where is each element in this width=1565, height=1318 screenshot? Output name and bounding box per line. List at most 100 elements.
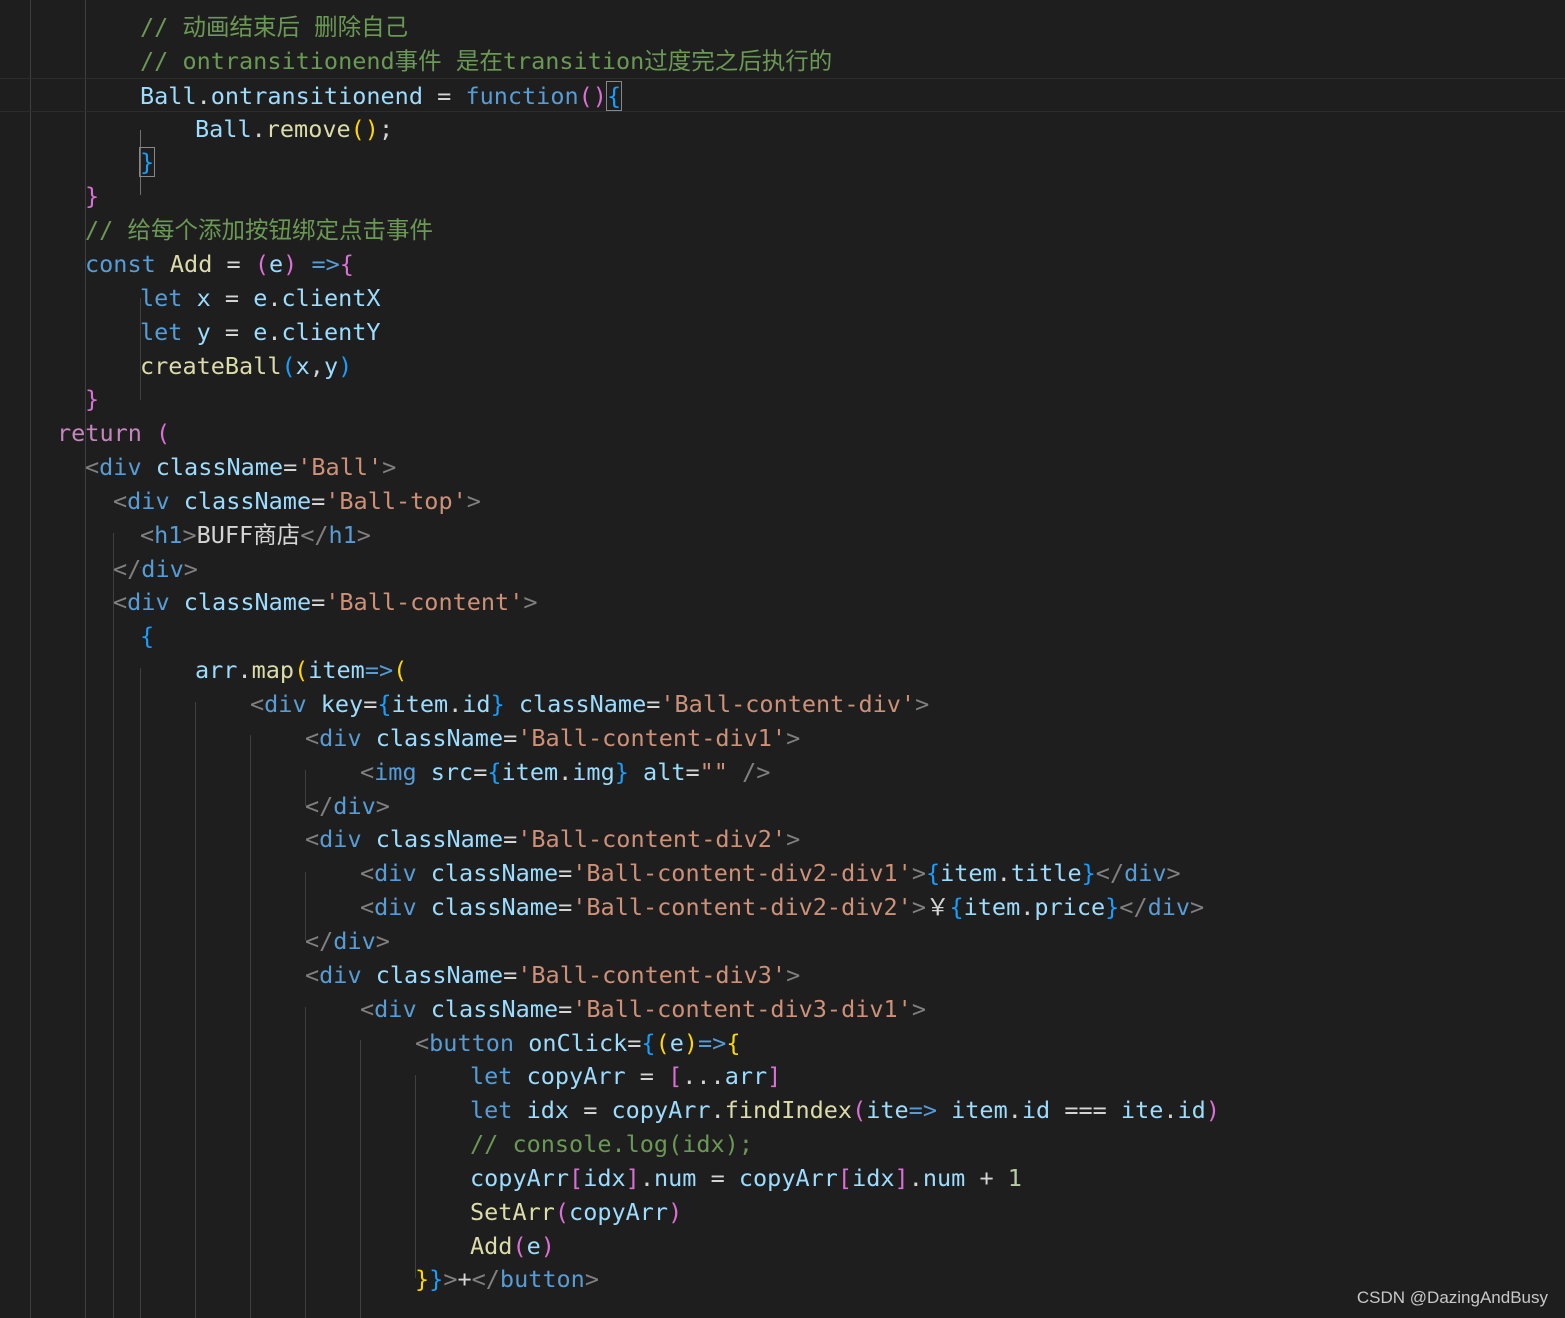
code-token: div xyxy=(333,791,376,820)
code-line[interactable]: <div className='Ball-content-div1'> xyxy=(0,721,1565,755)
code-token: { xyxy=(641,1028,656,1057)
code-token: div xyxy=(374,893,417,922)
code-token: = xyxy=(210,283,254,312)
code-token: 'Ball' xyxy=(297,453,383,482)
code-token: createBall xyxy=(140,351,282,380)
code-token: = xyxy=(503,723,518,752)
code-token: Ball xyxy=(140,81,197,110)
code-line[interactable]: <div className='Ball-content'> xyxy=(0,585,1565,619)
code-line[interactable]: Ball.remove(); xyxy=(0,112,1565,146)
code-token: } xyxy=(138,147,156,178)
code-token: id xyxy=(1021,1096,1051,1125)
code-line[interactable]: <img src={item.img} alt="" /> xyxy=(0,755,1565,789)
code-line[interactable]: createBall(x,y) xyxy=(0,349,1565,383)
code-line[interactable]: SetArr(copyArr) xyxy=(0,1195,1565,1229)
code-token: 'Ball-content-div3' xyxy=(517,960,787,989)
code-token: ) xyxy=(592,81,607,110)
code-line[interactable]: <div className='Ball-content-div2-div1'>… xyxy=(0,856,1565,890)
code-line[interactable]: <div className='Ball'> xyxy=(0,450,1565,484)
code-token: e xyxy=(253,317,268,346)
code-token: className xyxy=(155,453,284,482)
code-token: > xyxy=(523,588,538,617)
code-token: < xyxy=(250,690,265,718)
code-line[interactable]: } xyxy=(0,179,1565,213)
code-token: ( xyxy=(655,1028,670,1057)
code-token: let xyxy=(140,317,183,346)
code-line[interactable]: </div> xyxy=(0,552,1565,586)
code-line[interactable]: arr.map(item=>( xyxy=(0,653,1565,687)
code-token: = xyxy=(625,1062,669,1091)
code-token: className xyxy=(375,960,504,989)
code-token: { xyxy=(339,249,354,278)
code-token: item xyxy=(308,656,365,685)
code-line[interactable]: <button onClick={(e)=>{ xyxy=(0,1026,1565,1060)
code-line[interactable]: Add(e) xyxy=(0,1229,1565,1263)
code-token: button xyxy=(429,1028,515,1057)
code-line[interactable]: const Add = (e) =>{ xyxy=(0,247,1565,281)
code-line[interactable]: { xyxy=(0,619,1565,653)
code-line[interactable]: let copyArr = [...arr] xyxy=(0,1059,1565,1093)
code-token: div xyxy=(333,926,376,955)
code-line[interactable]: <div className='Ball-content-div2-div2'>… xyxy=(0,890,1565,924)
code-line[interactable]: // ontransitionend事件 是在transition过度完之后执行… xyxy=(0,44,1565,78)
code-line[interactable]: return ( xyxy=(0,416,1565,450)
code-token: 'Ball-content-div2-div1' xyxy=(572,859,912,888)
code-token: div xyxy=(141,554,184,583)
code-token: num xyxy=(922,1163,966,1192)
code-token: Add xyxy=(169,249,213,278)
code-line[interactable]: <div className='Ball-top'> xyxy=(0,484,1565,518)
code-line[interactable]: } xyxy=(0,382,1565,416)
code-line[interactable]: </div> xyxy=(0,789,1565,823)
code-line[interactable]: } xyxy=(0,145,1565,179)
code-line[interactable]: <div className='Ball-content-div3-div1'> xyxy=(0,992,1565,1026)
code-line[interactable]: Ball.ontransitionend = function(){ xyxy=(0,77,1565,112)
code-token: ) xyxy=(1205,1096,1220,1125)
code-line[interactable]: let y = e.clientY xyxy=(0,315,1565,349)
code-token: < xyxy=(113,588,128,617)
code-token: { xyxy=(140,622,155,651)
code-token: = xyxy=(558,994,573,1023)
code-token: > xyxy=(786,723,801,752)
code-line[interactable]: </div> xyxy=(0,924,1565,958)
code-token: num xyxy=(653,1163,697,1192)
code-token: . xyxy=(1007,1096,1022,1125)
code-token: copyArr xyxy=(569,1197,669,1226)
code-token: 'Ball-content' xyxy=(325,588,524,617)
code-token: function xyxy=(465,81,579,110)
code-token: > xyxy=(382,453,397,482)
code-token: // 给每个添加按钮绑定点击事件 xyxy=(85,216,433,245)
code-line[interactable]: // console.log(idx); xyxy=(0,1127,1565,1161)
code-token: = xyxy=(558,893,573,922)
code-token: => xyxy=(698,1028,727,1057)
code-token: 'Ball-top' xyxy=(325,486,467,515)
code-line[interactable]: }}>+</button> xyxy=(0,1262,1565,1296)
code-editor[interactable]: // 动画结束后 删除自己 // ontransitionend事件 是在tran… xyxy=(0,0,1565,1318)
code-token: ) xyxy=(683,1028,699,1057)
code-line[interactable]: <h1>BUFF商店</h1> xyxy=(0,518,1565,552)
code-token: div xyxy=(319,960,362,989)
code-token: let xyxy=(470,1062,513,1091)
code-token: findIndex xyxy=(724,1096,853,1125)
code-token: ) xyxy=(338,351,353,380)
code-line[interactable]: // 给每个添加按钮绑定点击事件 xyxy=(0,213,1565,247)
code-token: = xyxy=(646,690,661,718)
code-line[interactable]: <div className='Ball-content-div3'> xyxy=(0,958,1565,992)
code-token: = xyxy=(311,588,326,617)
code-line[interactable]: let idx = copyArr.findIndex(ite=> item.i… xyxy=(0,1093,1565,1127)
code-token: . xyxy=(237,656,252,685)
code-token: idx xyxy=(583,1163,626,1192)
code-line[interactable]: <div className='Ball-content-div2'> xyxy=(0,822,1565,856)
code-token: . xyxy=(196,81,211,110)
code-line[interactable]: // 动画结束后 删除自己 xyxy=(0,10,1565,44)
code-token: y xyxy=(196,317,211,346)
code-token: < xyxy=(360,893,375,922)
code-token: h1 xyxy=(328,520,357,549)
code-line[interactable]: let x = e.clientX xyxy=(0,281,1565,315)
code-line[interactable]: copyArr[idx].num = copyArr[idx].num + 1 xyxy=(0,1161,1565,1195)
code-line[interactable]: <div key={item.id} className='Ball-conte… xyxy=(0,687,1565,721)
